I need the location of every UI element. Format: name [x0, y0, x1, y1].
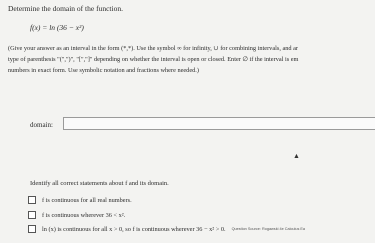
checkbox[interactable]: [28, 225, 36, 233]
function-expression: f(x) = ln (36 − x²): [30, 23, 84, 32]
statement-option-1[interactable]: f is continuous for all real numbers.: [28, 196, 132, 204]
question-source: Question Source: Rogawski 4e Calculus Ea: [231, 227, 306, 231]
statement-text: f is continuous wherever 36 < x².: [42, 211, 126, 219]
checkbox[interactable]: [28, 211, 36, 219]
instruction-line: (Give your answer as an interval in the …: [8, 45, 299, 52]
instruction-line: numbers in exact form. Use symbolic nota…: [8, 67, 199, 74]
instruction-line: type of parenthesis "(",")", "[","]" dep…: [8, 56, 299, 63]
statement-option-3[interactable]: ln (x) is continuous for all x > 0, so f…: [28, 225, 305, 233]
instructions: (Give your answer as an interval in the …: [8, 43, 375, 76]
domain-label: domain:: [30, 121, 53, 129]
question-title: Determine the domain of the function.: [8, 4, 123, 13]
statements-prompt: Identify all correct statements about f …: [30, 180, 169, 187]
domain-input[interactable]: [63, 117, 375, 130]
statement-option-2[interactable]: f is continuous wherever 36 < x².: [28, 211, 125, 219]
statement-text: f is continuous for all real numbers.: [42, 196, 132, 204]
mouse-cursor-icon: ▲: [293, 152, 300, 160]
statement-text: ln (x) is continuous for all x > 0, so f…: [42, 225, 226, 233]
checkbox[interactable]: [28, 196, 36, 204]
